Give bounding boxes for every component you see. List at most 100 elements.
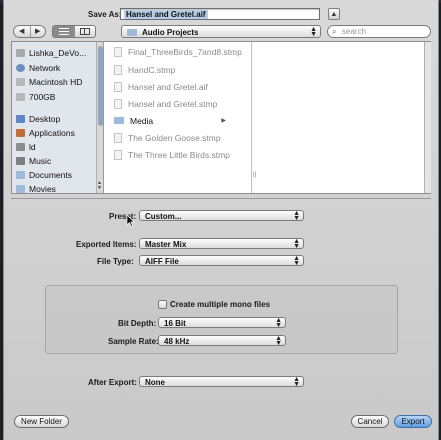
sidebar-item-macintosh-hd[interactable]: Macintosh HD: [16, 76, 82, 88]
hard-drive-icon: [16, 78, 25, 86]
document-icon: [114, 64, 122, 75]
location-popup[interactable]: Audio Projects ▲ ▼: [121, 25, 321, 38]
disclosure-arrow-icon: ▶: [221, 118, 226, 124]
sidebar-item-label: Music: [29, 156, 52, 166]
popup-arrows-icon: ▲ ▼: [275, 335, 282, 347]
folder-icon: [114, 117, 124, 124]
sidebar-item-label: Documents: [29, 170, 72, 180]
music-icon: [16, 157, 25, 165]
column-resize-handle[interactable]: ||: [253, 172, 256, 178]
sidebar-item-music[interactable]: Music: [16, 155, 51, 167]
file-type-popup[interactable]: AIFF File ▲ ▼: [139, 255, 304, 267]
forward-arrow-icon[interactable]: ▶: [35, 27, 40, 35]
sidebar-item-label: Macintosh HD: [29, 77, 83, 87]
desktop-icon: [16, 115, 25, 123]
sidebar-item-label: Desktop: [29, 114, 61, 124]
folder-icon: [127, 29, 137, 36]
list-view-icon[interactable]: [53, 26, 75, 37]
bit-depth-popup[interactable]: 16 Bit ▲ ▼: [158, 317, 286, 329]
search-placeholder: search: [342, 27, 367, 36]
globe-icon: [16, 64, 25, 72]
disk-icon: [16, 49, 25, 57]
file-browser: Lishka_DeVo... Network Macintosh HD 700G…: [11, 41, 431, 194]
sample-rate-label: Sample Rate:: [108, 337, 159, 346]
popup-arrows-icon: ▲ ▼: [310, 26, 317, 38]
browser-scrollbar[interactable]: [424, 42, 431, 193]
after-export-value: None: [145, 378, 165, 387]
popup-arrows-icon: ▲ ▼: [275, 317, 282, 329]
search-input[interactable]: ⌕ search: [327, 25, 431, 38]
file-name: Hansel and Gretel.aif: [128, 81, 208, 92]
view-mode-buttons[interactable]: [52, 25, 96, 38]
file-type-value: AIFF File: [145, 257, 179, 266]
sidebar-item-documents[interactable]: Documents: [16, 169, 72, 181]
export-button[interactable]: Export: [394, 415, 432, 428]
documents-folder-icon: [16, 171, 25, 179]
after-export-popup[interactable]: None ▲ ▼: [139, 376, 304, 388]
file-item[interactable]: The Three Little Birds.stmp: [114, 148, 230, 161]
create-mono-label: Create multiple mono files: [170, 300, 271, 309]
folder-item-media[interactable]: Media ▶: [114, 114, 226, 127]
sidebar-scrollbar[interactable]: ▲ ▼: [96, 42, 103, 193]
document-icon: [114, 149, 122, 160]
column-view-icon[interactable]: [80, 28, 90, 35]
disclosure-up-icon: ▲: [330, 10, 338, 18]
sidebar-item-home[interactable]: ld: [16, 141, 36, 153]
file-name: Final_ThreeBirds_7and8.stmp: [128, 46, 242, 57]
bit-depth-label: Bit Depth:: [118, 319, 157, 328]
search-icon: ⌕: [332, 27, 337, 36]
save-as-field[interactable]: Hansel and Gretel.aif: [120, 8, 320, 20]
sidebar-item-device[interactable]: Lishka_DeVo...: [16, 47, 86, 59]
expand-dialog-button[interactable]: ▲: [328, 8, 340, 20]
sidebar-item-label: 700GB: [29, 92, 56, 102]
file-item[interactable]: Hansel and Gretel.stmp: [114, 97, 217, 110]
scroll-thumb[interactable]: [98, 46, 103, 126]
document-icon: [114, 98, 122, 109]
popup-arrows-icon: ▲ ▼: [293, 210, 300, 222]
sidebar: Lishka_DeVo... Network Macintosh HD 700G…: [12, 42, 104, 195]
new-folder-button[interactable]: New Folder: [14, 415, 69, 428]
hard-drive-icon: [16, 93, 25, 101]
file-name: The Three Little Birds.stmp: [128, 149, 230, 160]
scroll-arrows-icon[interactable]: ▲ ▼: [97, 181, 102, 191]
file-column: Final_ThreeBirds_7and8.stmp HandC.stmp H…: [111, 42, 251, 193]
bit-depth-value: 16 Bit: [164, 319, 186, 328]
sample-rate-popup[interactable]: 48 kHz ▲ ▼: [158, 335, 286, 347]
location-value: Audio Projects: [142, 28, 199, 37]
file-item[interactable]: The Golden Goose.stmp: [114, 131, 221, 144]
sidebar-item-network[interactable]: Network: [16, 62, 60, 74]
sidebar-item-movies[interactable]: Movies: [16, 183, 56, 195]
popup-arrows-icon: ▲ ▼: [293, 376, 300, 388]
document-icon: [114, 132, 122, 143]
movies-folder-icon: [16, 185, 25, 193]
file-name: The Golden Goose.stmp: [128, 132, 221, 143]
file-type-label: File Type:: [97, 257, 134, 266]
sidebar-item-label: Network: [29, 63, 61, 73]
sidebar-item-label: Lishka_DeVo...: [29, 48, 87, 58]
file-name: HandC.stmp: [128, 64, 176, 75]
preset-popup[interactable]: Custom... ▲ ▼: [139, 210, 304, 222]
document-icon: [114, 46, 122, 57]
audio-file-icon: [114, 81, 122, 92]
sidebar-item-applications[interactable]: Applications: [16, 127, 75, 139]
sidebar-item-desktop[interactable]: Desktop: [16, 113, 60, 125]
popup-arrows-icon: ▲ ▼: [293, 238, 300, 250]
sidebar-item-label: Movies: [29, 184, 56, 194]
folder-name: Media: [130, 115, 154, 126]
sidebar-item-700gb[interactable]: 700GB: [16, 91, 55, 103]
file-name: Hansel and Gretel.stmp: [128, 98, 218, 109]
exported-items-popup[interactable]: Master Mix ▲ ▼: [139, 238, 304, 250]
column-divider: [251, 42, 252, 193]
exported-items-label: Exported Items:: [76, 240, 137, 249]
create-mono-checkbox[interactable]: [158, 300, 167, 309]
preset-value: Custom...: [145, 212, 182, 221]
file-item[interactable]: Final_ThreeBirds_7and8.stmp: [114, 45, 242, 58]
save-as-value: Hansel and Gretel.aif: [124, 10, 208, 19]
file-item[interactable]: Hansel and Gretel.aif: [114, 80, 208, 93]
file-item[interactable]: HandC.stmp: [114, 63, 175, 76]
back-forward-buttons[interactable]: ◀ ▶: [13, 25, 46, 38]
back-arrow-icon[interactable]: ◀: [19, 27, 24, 35]
sidebar-item-label: Applications: [29, 128, 75, 138]
cancel-button[interactable]: Cancel: [351, 415, 389, 428]
home-icon: [16, 143, 25, 151]
